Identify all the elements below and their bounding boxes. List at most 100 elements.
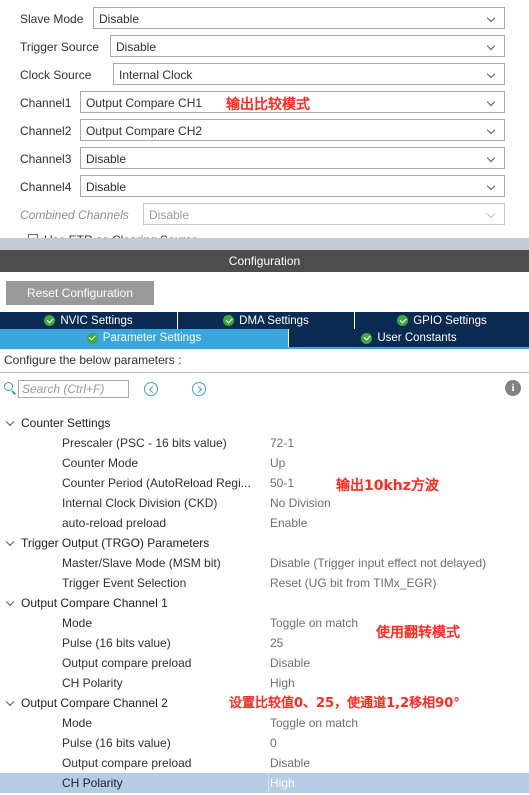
- dropdown-value: Disable: [99, 12, 140, 26]
- field-row: Channel1 Output Compare CH1: [0, 90, 529, 116]
- chevron-down-icon: [487, 15, 498, 22]
- tree-group-row[interactable]: Output Compare Channel 1: [0, 593, 529, 613]
- dropdown-trigger-source[interactable]: Disable: [110, 35, 505, 57]
- chevron-down-icon[interactable]: [6, 599, 15, 605]
- dropdown-value: Disable: [86, 180, 127, 194]
- parameter-row[interactable]: CH Polarity High: [0, 773, 529, 793]
- parameter-row[interactable]: auto-reload preload Enable: [0, 513, 529, 533]
- parameter-name: Counter Period (AutoReload Regi...: [62, 476, 251, 490]
- parameter-value[interactable]: No Division: [270, 495, 331, 511]
- field-row: Channel3 Disable: [0, 146, 529, 172]
- field-row: Slave Mode Disable: [0, 6, 529, 32]
- chevron-down-icon: [487, 127, 498, 134]
- parameter-name: CH Polarity: [62, 676, 123, 690]
- dropdown-value: Output Compare CH1: [86, 96, 203, 110]
- tab-label: GPIO Settings: [413, 314, 487, 327]
- tab-gpio-settings[interactable]: GPIO Settings: [355, 312, 529, 329]
- field-row: Channel2 Output Compare CH2: [0, 118, 529, 144]
- parameter-row[interactable]: Prescaler (PSC - 16 bits value) 72-1: [0, 433, 529, 453]
- parameter-row[interactable]: Internal Clock Division (CKD) No Division: [0, 493, 529, 513]
- parameter-row[interactable]: Output compare preload Disable: [0, 753, 529, 773]
- parameter-row[interactable]: Mode Toggle on match: [0, 713, 529, 733]
- tab-label: DMA Settings: [239, 314, 309, 327]
- tree-group-row[interactable]: Counter Settings: [0, 413, 529, 433]
- tab-user-constants[interactable]: User Constants: [289, 329, 529, 347]
- tree-group-row[interactable]: Trigger Output (TRGO) Parameters: [0, 533, 529, 553]
- parameter-row[interactable]: Output compare preload Disable: [0, 653, 529, 673]
- timer-mode-panel: Slave Mode Disable Trigger Source Disable Cl…: [0, 0, 529, 238]
- check-circle-icon: [223, 315, 235, 326]
- parameter-row[interactable]: Trigger Event Selection Reset (UG bit fro…: [0, 573, 529, 593]
- parameter-row[interactable]: Mode Toggle on match: [0, 613, 529, 633]
- parameter-name: Prescaler (PSC - 16 bits value): [62, 436, 227, 450]
- parameter-name: CH Polarity: [62, 776, 123, 790]
- search-previous-icon[interactable]: [144, 382, 158, 396]
- check-circle-icon: [86, 332, 98, 344]
- tab-dma-settings[interactable]: DMA Settings: [178, 312, 355, 329]
- check-circle-icon: [397, 315, 409, 326]
- parameter-row[interactable]: Pulse (16 bits value) 0: [0, 733, 529, 753]
- dropdown-slave-mode[interactable]: Disable: [93, 7, 505, 29]
- parameter-row[interactable]: Master/Slave Mode (MSM bit) Disable (Trig…: [0, 553, 529, 573]
- parameter-value[interactable]: Reset (UG bit from TIMx_EGR): [270, 575, 436, 591]
- dropdown-clock-source[interactable]: Internal Clock: [113, 63, 505, 85]
- parameter-row[interactable]: CH Polarity High: [0, 673, 529, 693]
- tree-group-label: Trigger Output (TRGO) Parameters: [21, 536, 210, 550]
- tree-group-label: Output Compare Channel 2: [21, 696, 168, 710]
- parameter-value[interactable]: 72-1: [270, 435, 294, 451]
- dropdown-combined-channels: Disable: [143, 203, 505, 225]
- tab-parameter-settings[interactable]: Parameter Settings: [0, 329, 289, 347]
- settings-tabs-row-secondary: Parameter Settings User Constants: [0, 329, 529, 347]
- info-icon[interactable]: [505, 380, 521, 396]
- parameter-name: Counter Mode: [62, 456, 139, 470]
- field-label: Channel1: [20, 96, 72, 110]
- chevron-down-icon[interactable]: [6, 419, 15, 425]
- reset-area: Reset Configuration: [0, 272, 529, 312]
- dropdown-channel4[interactable]: Disable: [80, 175, 505, 197]
- parameter-row[interactable]: Pulse (16 bits value) 25: [0, 633, 529, 653]
- tab-underline: [0, 347, 529, 349]
- field-row: Trigger Source Disable: [0, 34, 529, 60]
- parameter-value[interactable]: Disable: [270, 755, 310, 771]
- dropdown-value: Internal Clock: [119, 68, 193, 82]
- tab-label: NVIC Settings: [60, 314, 133, 327]
- parameter-row[interactable]: Counter Period (AutoReload Regi... 50-1: [0, 473, 529, 493]
- dropdown-channel2[interactable]: Output Compare CH2: [80, 119, 505, 141]
- dropdown-channel1[interactable]: Output Compare CH1: [80, 91, 505, 113]
- parameter-value[interactable]: Disable (Trigger input effect not delaye…: [270, 555, 486, 571]
- chevron-down-icon: [487, 71, 498, 78]
- parameter-value[interactable]: Toggle on match: [270, 715, 358, 731]
- reset-configuration-button[interactable]: Reset Configuration: [6, 281, 154, 305]
- parameter-name: Output compare preload: [62, 656, 192, 670]
- column-divider: [268, 773, 269, 793]
- field-label: Channel4: [20, 180, 72, 194]
- check-circle-icon: [44, 315, 56, 326]
- parameter-name: Output compare preload: [62, 756, 192, 770]
- parameter-row[interactable]: Counter Mode Up: [0, 453, 529, 473]
- parameter-name: Master/Slave Mode (MSM bit): [62, 556, 221, 570]
- dropdown-value: Disable: [149, 208, 190, 222]
- parameter-value[interactable]: 0: [270, 735, 277, 751]
- parameter-value[interactable]: Toggle on match: [270, 615, 358, 631]
- dropdown-channel3[interactable]: Disable: [80, 147, 505, 169]
- parameter-value[interactable]: High: [270, 775, 295, 791]
- field-label: Channel2: [20, 124, 72, 138]
- dropdown-value: Disable: [86, 152, 127, 166]
- parameter-value[interactable]: Up: [270, 455, 285, 471]
- tree-group-row[interactable]: Output Compare Channel 2: [0, 693, 529, 713]
- parameter-value[interactable]: High: [270, 675, 295, 691]
- search-input[interactable]: [18, 380, 129, 398]
- parameter-value[interactable]: 50-1: [270, 475, 294, 491]
- parameter-value[interactable]: 25: [270, 635, 283, 651]
- tab-nvic-settings[interactable]: NVIC Settings: [0, 312, 178, 329]
- parameter-name: Trigger Event Selection: [62, 576, 187, 590]
- parameter-tree: Counter Settings Prescaler (PSC - 16 bits…: [0, 406, 529, 795]
- settings-tabs-row-primary: NVIC Settings DMA Settings GPIO Settings: [0, 312, 529, 329]
- chevron-down-icon[interactable]: [6, 539, 15, 545]
- field-label: Clock Source: [20, 68, 92, 82]
- parameter-value[interactable]: Enable: [270, 515, 307, 531]
- parameter-value[interactable]: Disable: [270, 655, 310, 671]
- tree-group-label: Output Compare Channel 1: [21, 596, 168, 610]
- search-next-icon[interactable]: [192, 382, 206, 396]
- chevron-down-icon[interactable]: [6, 699, 15, 705]
